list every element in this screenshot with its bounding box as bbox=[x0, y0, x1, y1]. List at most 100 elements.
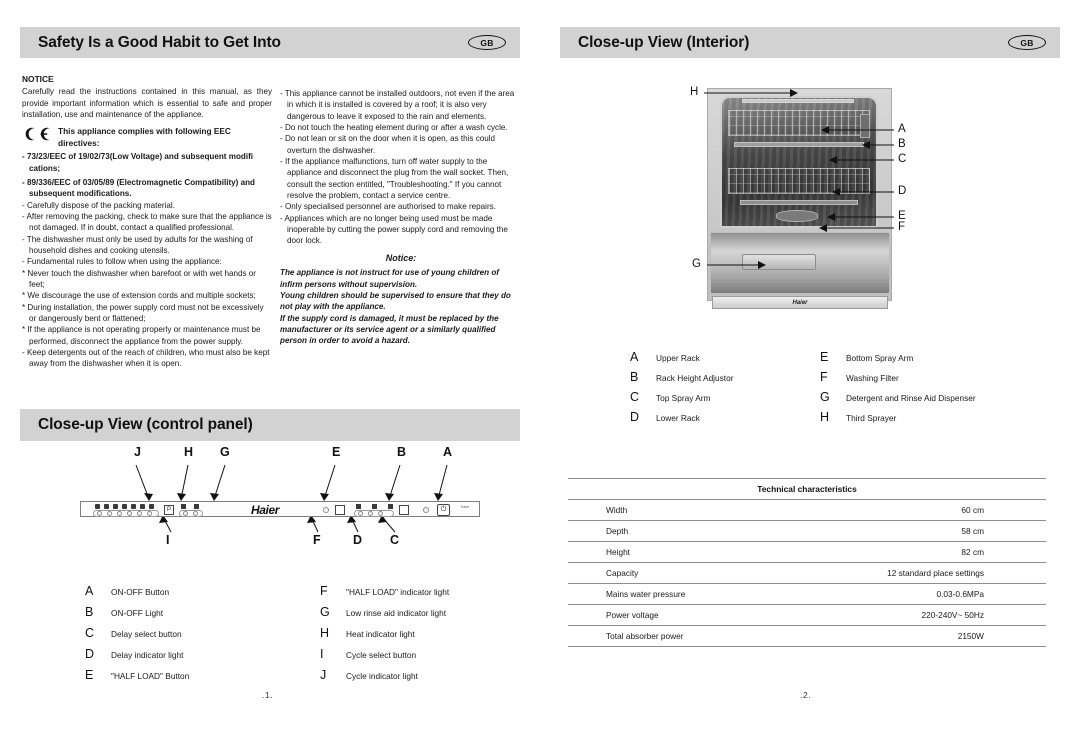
cycle-led-4 bbox=[127, 511, 132, 516]
delay-icon-3 bbox=[388, 504, 393, 509]
table-row: Width 60 cm bbox=[568, 499, 1046, 521]
cp-callout-f: F bbox=[313, 533, 321, 547]
legend-key-g: G bbox=[320, 605, 330, 619]
interior-legend-key-d: D bbox=[630, 410, 640, 424]
cycle-select-button[interactable]: P bbox=[164, 505, 174, 515]
dishwasher-interior-photo: Haier H A B C D E F G bbox=[680, 82, 930, 330]
directive-item-2: - 89/336/EEC of 03/05/89 (Electromagneti… bbox=[22, 177, 255, 199]
safety-bullet-r1: - This appliance cannot be installed out… bbox=[280, 89, 515, 121]
control-panel-section-title: Close-up View (control panel) bbox=[38, 416, 253, 433]
safety-bullet-r6: - Appliances which are no longer being u… bbox=[280, 213, 508, 246]
interior-legend-item-b: B Rack Height Adjustor bbox=[630, 370, 820, 390]
row-value-water-pressure: 0.03-0.6MPa bbox=[771, 583, 1046, 605]
interior-legend-item-c: C Top Spray Arm bbox=[630, 390, 820, 410]
safety-bullet-l4: - Fundamental rules to follow when using… bbox=[22, 257, 222, 267]
heat-indicator-light bbox=[183, 511, 188, 516]
safety-bullet-r3: - Do not lean or sit on the door when it… bbox=[280, 134, 496, 155]
legend-item-a: A ON-OFF Button bbox=[85, 584, 285, 605]
delay-select-button[interactable] bbox=[399, 505, 409, 515]
row-value-absorber-power: 2150W bbox=[771, 625, 1046, 647]
half-load-indicator-light bbox=[323, 507, 329, 513]
heat-and-rinse-indicators bbox=[181, 504, 199, 509]
legend-key-f: F bbox=[320, 584, 328, 598]
notice2-paragraph-2: Young children should be supervised to e… bbox=[280, 290, 511, 312]
interior-legend-key-a: A bbox=[630, 350, 639, 364]
safety-bullet-l2: - After removing the packing, check to m… bbox=[22, 211, 272, 233]
interior-legend-item-e: E Bottom Spray Arm bbox=[820, 350, 1055, 370]
interior-legend-label-h: Third Sprayer bbox=[846, 413, 897, 423]
cycle-led-5 bbox=[137, 511, 142, 516]
delay-icon-2 bbox=[372, 504, 377, 509]
notice2-heading: Notice: bbox=[385, 252, 417, 263]
legend-label-i: Cycle select button bbox=[346, 650, 417, 660]
interior-legend-item-f: F Washing Filter bbox=[820, 370, 1055, 390]
safety-bullet-r4: - If the appliance malfunctions, turn of… bbox=[280, 157, 509, 201]
half-load-button[interactable] bbox=[335, 505, 345, 515]
control-panel-strip[interactable]: P Haier ⏻ Haier bbox=[80, 501, 480, 517]
cycle-led-3 bbox=[117, 511, 122, 516]
delay-indicator-light-1 bbox=[358, 511, 363, 516]
interior-legend-key-c: C bbox=[630, 390, 640, 404]
safety-section-title: Safety Is a Good Habit to Get Into bbox=[38, 33, 281, 51]
safety-text-column-right: - This appliance cannot be installed out… bbox=[280, 88, 522, 347]
control-panel-legend-left: A ON-OFF Button B ON-OFF Light C Delay s… bbox=[85, 584, 285, 689]
legend-item-f: F "HALF LOAD" indicator light bbox=[320, 584, 530, 605]
safety-bullet-l8: * If the appliance is not operating prop… bbox=[22, 325, 261, 346]
safety-bullet-r5: - Only specialised personnel are authori… bbox=[280, 202, 496, 212]
interior-section-title: Close-up View (Interior) bbox=[578, 33, 750, 51]
control-panel-legend-right: F "HALF LOAD" indicator light G Low rins… bbox=[320, 584, 530, 689]
safety-bullet-l9: - Keep detergents out of the reach of ch… bbox=[22, 348, 270, 369]
safety-bullet-l5: * Never touch the dishwasher when barefo… bbox=[22, 268, 256, 289]
legend-item-i: I Cycle select button bbox=[320, 647, 530, 668]
cycle-icon-1 bbox=[95, 504, 100, 509]
interior-legend-item-d: D Lower Rack bbox=[630, 410, 820, 430]
row-value-height: 82 cm bbox=[771, 541, 1046, 563]
safety-bullet-l6: * We discourage the use of extension cor… bbox=[22, 291, 256, 301]
cp-callout-d: D bbox=[353, 533, 363, 547]
legend-label-c: Delay select button bbox=[111, 629, 182, 639]
cycle-indicator-lights[interactable] bbox=[95, 504, 154, 509]
delay-icon-1 bbox=[356, 504, 361, 509]
legend-item-h: H Heat indicator light bbox=[320, 626, 530, 647]
table-row: Total absorber power 2150W bbox=[568, 625, 1046, 647]
cycle-led-1 bbox=[97, 511, 102, 516]
interior-legend-item-a: A Upper Rack bbox=[630, 350, 820, 370]
legend-item-d: D Delay indicator light bbox=[85, 647, 285, 668]
cycle-icon-4 bbox=[122, 504, 127, 509]
delay-led-track bbox=[354, 510, 394, 517]
directive-item-1: - 73/23/EEC of 19/02/73(Low Voltage) and… bbox=[22, 152, 254, 173]
haier-brand-logo: Haier bbox=[251, 503, 280, 517]
heat-icon bbox=[181, 504, 186, 509]
interior-legend-right: E Bottom Spray Arm F Washing Filter G De… bbox=[820, 350, 1055, 430]
interior-legend-key-f: F bbox=[820, 370, 828, 384]
row-key-depth: Depth bbox=[568, 520, 772, 542]
low-rinse-aid-icon bbox=[194, 504, 199, 509]
row-value-power-voltage: 220-240V~ 50Hz bbox=[771, 604, 1046, 626]
photo-callout-g: G bbox=[692, 258, 701, 270]
photo-callout-d: D bbox=[898, 185, 907, 197]
interior-legend-item-g: G Detergent and Rinse Aid Dispenser bbox=[820, 390, 1055, 410]
cycle-icon-7 bbox=[149, 504, 154, 509]
legend-item-j: J Cycle indicator light bbox=[320, 668, 530, 689]
legend-item-c: C Delay select button bbox=[85, 626, 285, 647]
safety-section-header: Safety Is a Good Habit to Get Into GB bbox=[20, 27, 520, 58]
region-badge-gb-left: GB bbox=[468, 35, 506, 50]
photo-callout-f: F bbox=[898, 221, 906, 233]
control-panel-diagram: J H G E B A P Haier ⏻ Haier I F D C bbox=[20, 445, 520, 570]
safety-intro-paragraph: Carefully read the instructions containe… bbox=[22, 87, 272, 120]
cp-callout-c: C bbox=[390, 533, 400, 547]
legend-key-e: E bbox=[85, 668, 94, 682]
legend-key-b: B bbox=[85, 605, 94, 619]
interior-legend-key-b: B bbox=[630, 370, 639, 384]
ce-mark-icon bbox=[22, 126, 52, 144]
legend-label-j: Cycle indicator light bbox=[346, 671, 418, 681]
photo-callout-b: B bbox=[898, 138, 906, 150]
control-panel-section-header: Close-up View (control panel) bbox=[20, 409, 520, 441]
delay-indicator-light-2 bbox=[368, 511, 373, 516]
row-value-width: 60 cm bbox=[771, 499, 1046, 521]
on-off-button[interactable]: ⏻ bbox=[437, 504, 450, 516]
legend-item-g: G Low rinse aid indicator light bbox=[320, 605, 530, 626]
safety-text-column-left: NOTICE Carefully read the instructions c… bbox=[22, 74, 272, 370]
interior-legend-label-g: Detergent and Rinse Aid Dispenser bbox=[846, 393, 976, 403]
legend-key-h: H bbox=[320, 626, 330, 640]
